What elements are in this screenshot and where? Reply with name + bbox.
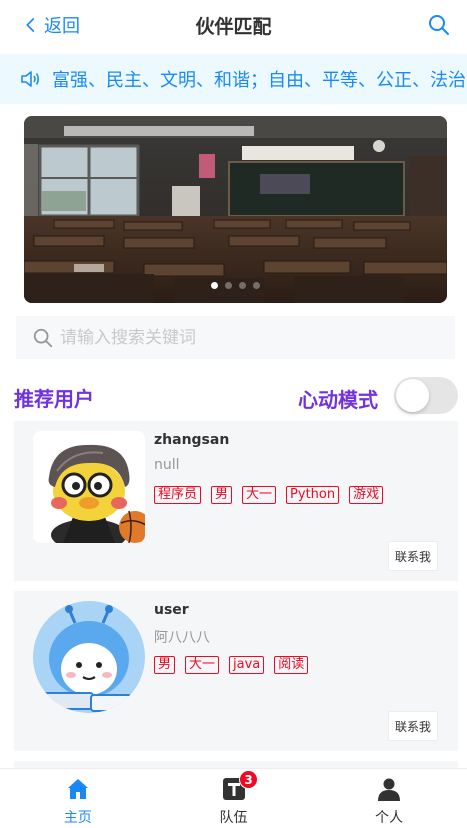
- home-icon: [67, 779, 88, 799]
- search-icon[interactable]: [427, 13, 451, 37]
- notice-text: 富强、民主、文明、和谐；自由、平等、公正、法治: [52, 70, 466, 91]
- back-button[interactable]: 返回: [22, 0, 80, 50]
- user-profile: 阿八八八: [154, 630, 210, 646]
- user-tag: 阅读: [274, 656, 309, 674]
- user-tag: Python: [286, 486, 340, 504]
- carousel-indicators: [24, 282, 447, 289]
- nav-bar: 返回 伙伴匹配: [0, 0, 467, 50]
- team-badge: 3: [239, 770, 258, 789]
- heart-mode-label: 心动模式: [298, 388, 378, 412]
- search-icon: [33, 328, 53, 347]
- bottom-tabbar: 主页 队伍 个人: [0, 768, 467, 828]
- tab-team[interactable]: 队伍: [156, 769, 312, 828]
- tab-label: 主页: [63, 810, 92, 826]
- notice-bar: 富强、民主、文明、和谐；自由、平等、公正、法治: [0, 54, 467, 104]
- user-tag: java: [229, 656, 265, 674]
- carousel-dot[interactable]: [239, 282, 246, 289]
- page-title: 伙伴匹配: [195, 15, 272, 38]
- tab-label: 个人: [375, 810, 404, 826]
- user-card[interactable]: user 阿八八八 男 大一 java 阅读 联系我: [14, 591, 458, 751]
- tag-list: 男 大一 java 阅读: [154, 656, 309, 674]
- contact-button[interactable]: 联系我: [388, 541, 438, 571]
- user-tag: 程序员: [154, 486, 202, 504]
- carousel-dot[interactable]: [225, 282, 232, 289]
- user-profile: null: [154, 457, 180, 473]
- search-input[interactable]: [60, 327, 440, 348]
- user-icon: [378, 778, 401, 801]
- chevron-left-icon: [26, 18, 35, 32]
- contact-button[interactable]: 联系我: [388, 711, 438, 741]
- duck-avatar-icon: [33, 431, 145, 543]
- user-name: user: [154, 602, 189, 618]
- tab-profile[interactable]: 个人: [311, 769, 467, 828]
- user-tag: 男: [154, 656, 176, 674]
- user-tag: 大一: [185, 656, 220, 674]
- carousel-dot[interactable]: [211, 282, 218, 289]
- blue-character-avatar-icon: [33, 601, 145, 713]
- tab-label: 队伍: [219, 810, 248, 826]
- section-title: 推荐用户: [14, 387, 94, 411]
- banner-carousel[interactable]: [24, 116, 447, 303]
- carousel-dot[interactable]: [253, 282, 260, 289]
- search-bar: [16, 316, 455, 359]
- user-tag: 男: [211, 486, 233, 504]
- user-card[interactable]: zhangsan null 程序员 男 大一 Python 游戏 联系我: [14, 421, 458, 581]
- user-tag: 游戏: [349, 486, 384, 504]
- volume-icon: [21, 71, 40, 87]
- user-tag: 大一: [242, 486, 277, 504]
- back-label: 返回: [44, 16, 80, 37]
- switch-knob: [396, 379, 429, 412]
- tag-list: 程序员 男 大一 Python 游戏: [154, 486, 384, 504]
- heart-mode-switch[interactable]: [394, 377, 458, 414]
- tab-home[interactable]: 主页: [0, 769, 156, 828]
- classroom-image: [24, 116, 447, 303]
- user-name: zhangsan: [154, 432, 230, 448]
